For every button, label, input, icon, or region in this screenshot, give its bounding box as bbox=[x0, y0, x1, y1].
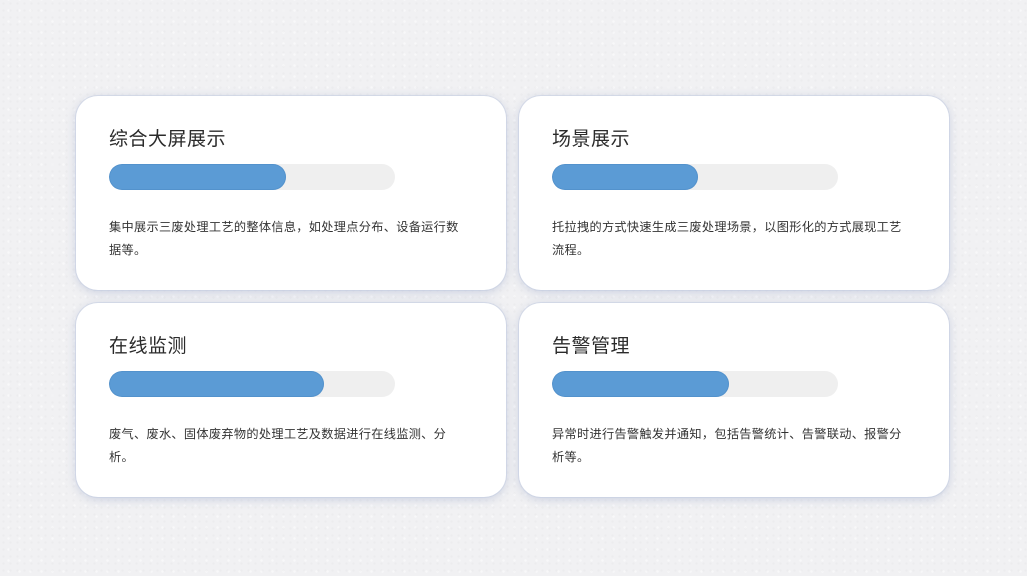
progress-bar bbox=[109, 164, 395, 190]
feature-card-alarm: 告警管理 异常时进行告警触发并通知，包括告警统计、告警联动、报警分析等。 bbox=[519, 303, 949, 497]
feature-card-monitoring: 在线监测 废气、废水、固体废弃物的处理工艺及数据进行在线监测、分析。 bbox=[76, 303, 506, 497]
progress-fill bbox=[552, 164, 698, 190]
card-title: 场景展示 bbox=[552, 128, 631, 150]
progress-bar bbox=[552, 164, 838, 190]
feature-card-dashboard: 综合大屏展示 集中展示三废处理工艺的整体信息，如处理点分布、设备运行数据等。 bbox=[76, 96, 506, 290]
progress-fill bbox=[552, 371, 730, 397]
card-title: 综合大屏展示 bbox=[109, 128, 227, 150]
progress-fill bbox=[109, 371, 324, 397]
progress-bar bbox=[552, 371, 838, 397]
card-title: 告警管理 bbox=[552, 335, 631, 357]
progress-fill bbox=[109, 164, 287, 190]
progress-bar bbox=[109, 371, 395, 397]
card-title: 在线监测 bbox=[109, 335, 188, 357]
card-description: 托拉拽的方式快速生成三废处理场景，以图形化的方式展现工艺流程。 bbox=[552, 220, 902, 257]
card-description: 废气、废水、固体废弃物的处理工艺及数据进行在线监测、分析。 bbox=[109, 427, 447, 464]
card-description: 异常时进行告警触发并通知，包括告警统计、告警联动、报警分析等。 bbox=[552, 427, 902, 464]
feature-card-scene: 场景展示 托拉拽的方式快速生成三废处理场景，以图形化的方式展现工艺流程。 bbox=[519, 96, 949, 290]
card-description: 集中展示三废处理工艺的整体信息，如处理点分布、设备运行数据等。 bbox=[109, 220, 459, 257]
